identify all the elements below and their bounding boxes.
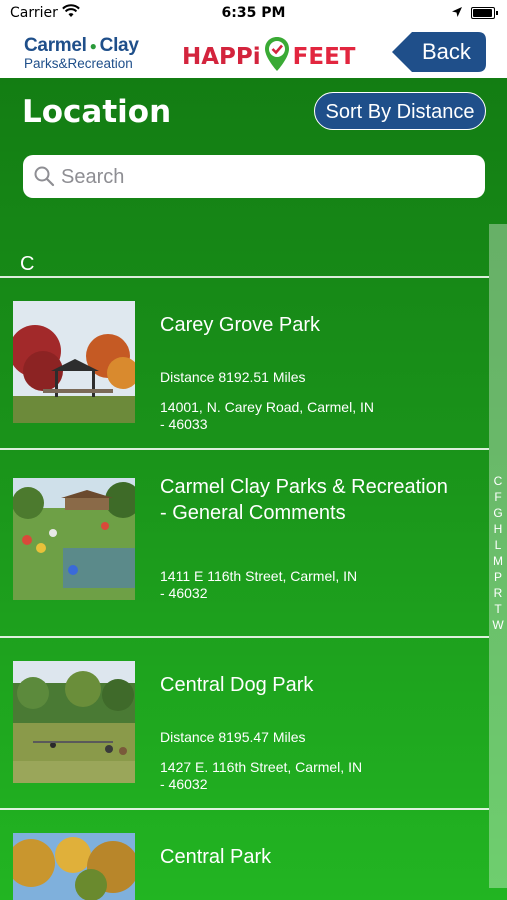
park-photo <box>13 661 135 783</box>
index-letter-g[interactable]: G <box>489 506 507 520</box>
clock: 6:35 PM <box>221 5 286 21</box>
location-arrow-icon <box>452 7 462 17</box>
index-letter-w[interactable]: W <box>489 618 507 632</box>
park-photo <box>13 833 135 900</box>
search-field[interactable]: Search <box>23 155 485 198</box>
back-button[interactable]: Back <box>390 30 486 74</box>
index-letter-c[interactable]: C <box>489 474 507 488</box>
list-item-central-dog-park[interactable]: Central Dog Park Distance 8195.47 Miles … <box>0 638 489 808</box>
location-name: Carmel Clay Parks & Recreation - General… <box>160 476 448 524</box>
index-letter-t[interactable]: T <box>489 602 507 616</box>
index-letter-r[interactable]: R <box>489 586 507 600</box>
list-item-central-park[interactable]: Central Park <box>0 810 489 900</box>
index-letter-l[interactable]: L <box>489 538 507 552</box>
battery-icon <box>471 7 498 19</box>
section-header-c: C <box>20 253 35 275</box>
list-item-carey-grove-park[interactable]: Carey Grove Park Distance 8192.51 Miles … <box>0 278 489 448</box>
index-letter-m[interactable]: M <box>489 554 507 568</box>
back-button-label: Back <box>422 39 471 64</box>
location-address: 14001, N. Carey Road, Carmel, IN - 46033 <box>160 399 374 432</box>
park-photo <box>13 478 135 600</box>
sort-by-distance-button[interactable]: Sort By Distance <box>314 92 486 130</box>
map-pin-check-icon <box>264 36 290 72</box>
location-name: Carey Grove Park <box>160 314 321 336</box>
index-letter-h[interactable]: H <box>489 522 507 536</box>
location-list-screen: Location Sort By Distance Search C Carey… <box>0 78 507 900</box>
index-letter-p[interactable]: P <box>489 570 507 584</box>
index-letter-f[interactable]: F <box>489 490 507 504</box>
location-distance: Distance 8192.51 Miles <box>160 369 306 385</box>
park-photo <box>13 301 135 423</box>
location-name: Central Dog Park <box>160 674 314 696</box>
search-icon <box>34 166 55 187</box>
location-address: 1427 E. 116th Street, Carmel, IN - 46032 <box>160 759 363 792</box>
list-item-carmel-clay-parks-general-comments[interactable]: Carmel Clay Parks & Recreation - General… <box>0 450 489 636</box>
page-title: Location <box>22 94 172 130</box>
happi-feet-logo: HAPPi FEET <box>182 36 355 72</box>
location-address: 1411 E 116th Street, Carmel, IN - 46032 <box>160 568 358 601</box>
alphabet-index[interactable]: C F G H L M P R T W <box>489 224 507 888</box>
location-name: Central Park <box>160 846 272 868</box>
carmel-clay-logo: Carmel ● Clay Parks&Recreation <box>24 35 139 71</box>
status-bar: Carrier 6:35 PM <box>0 0 507 26</box>
location-distance: Distance 8195.47 Miles <box>160 729 306 745</box>
search-placeholder: Search <box>61 166 125 188</box>
